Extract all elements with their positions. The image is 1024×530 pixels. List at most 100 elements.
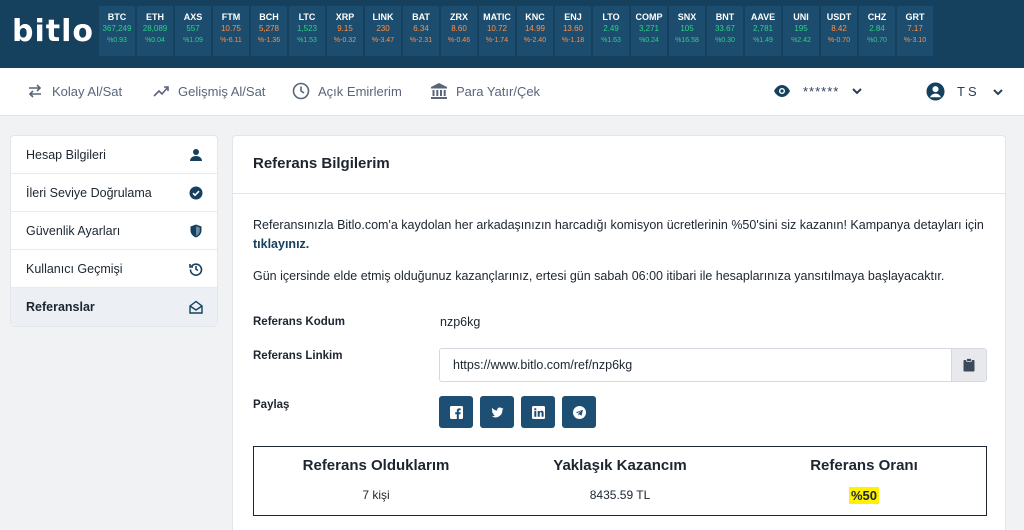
nav-easy-trade[interactable]: Kolay Al/Sat xyxy=(26,82,122,100)
ticker-change: %1.09 xyxy=(183,37,203,44)
ticker-symbol: BCH xyxy=(259,12,279,22)
referral-rate-header: Referans Oranı xyxy=(810,457,918,474)
ticker-symbol: LTO xyxy=(602,12,620,22)
ticker-change: %0.30 xyxy=(715,37,735,44)
ticker-change: %-2.40 xyxy=(523,37,547,44)
share-facebook-button[interactable] xyxy=(439,396,473,428)
ticker-item-link[interactable]: LINK 230 %-3.47 xyxy=(365,6,401,56)
ticker-symbol: LTC xyxy=(298,12,316,22)
balance-toggle[interactable]: ****** xyxy=(773,82,863,100)
ticker-item-ftm[interactable]: FTM 10.75 %-6.11 xyxy=(213,6,249,56)
sidebar-item-user-history[interactable]: Kullanıcı Geçmişi xyxy=(11,250,217,288)
share-label: Paylaş xyxy=(253,399,290,411)
referral-code-label: Referans Kodum xyxy=(253,316,346,328)
ticker-symbol: BAT xyxy=(412,12,430,22)
ticker-change: %0.24 xyxy=(639,37,659,44)
ticker-price: 557 xyxy=(186,24,200,33)
ticker-symbol: AXS xyxy=(183,12,203,22)
referral-link-input[interactable] xyxy=(440,349,951,381)
ticker-price: 9.15 xyxy=(337,24,353,33)
shield-icon xyxy=(190,224,202,237)
ticker-symbol: KNC xyxy=(525,12,545,22)
ticker-item-aave[interactable]: AAVE 2,781 %1.49 xyxy=(745,6,781,56)
ticker-symbol: BTC xyxy=(107,12,127,22)
ticker-symbol: COMP xyxy=(635,12,663,22)
ticker-price: 13.60 xyxy=(562,24,584,33)
ticker-symbol: LINK xyxy=(372,12,394,22)
approx-earnings-header: Yaklaşık Kazancım xyxy=(553,457,687,474)
ticker-change: %-3.47 xyxy=(371,37,395,44)
nav-easy-trade-label: Kolay Al/Sat xyxy=(52,83,123,99)
envelope-open-icon xyxy=(189,300,203,314)
nav-open-orders[interactable]: Açık Emirlerim xyxy=(292,82,402,100)
ticker-item-knc[interactable]: KNC 14.99 %-2.40 xyxy=(517,6,553,56)
nav-advanced-trade[interactable]: Gelişmiş Al/Sat xyxy=(152,82,265,100)
ticker-item-btc[interactable]: BTC 367,249 %0.93 xyxy=(99,6,135,56)
ticker-price: 8.42 xyxy=(831,24,847,33)
nav-deposit-withdraw[interactable]: Para Yatır/Çek xyxy=(430,82,540,100)
telegram-icon xyxy=(572,405,586,419)
referral-rate-column: Referans Oranı %50 xyxy=(742,447,986,504)
ticker-symbol: GRT xyxy=(905,12,925,22)
ticker-price: 2.84 xyxy=(869,24,885,33)
chevron-down-icon xyxy=(992,88,1003,95)
balance-masked: ****** xyxy=(803,83,840,99)
ticker-price: 105 xyxy=(680,24,694,33)
ticker-item-enj[interactable]: ENJ 13.60 %-1.18 xyxy=(555,6,591,56)
share-telegram-button[interactable] xyxy=(562,396,596,428)
ticker-item-grt[interactable]: GRT 7.17 %-3.10 xyxy=(897,6,933,56)
share-twitter-button[interactable] xyxy=(480,396,514,428)
ticker-item-lto[interactable]: LTO 2.49 %1.63 xyxy=(593,6,629,56)
ticker-price: 195 xyxy=(794,24,808,33)
info-paragraph: Gün içersinde elde etmiş olduğunuz kazan… xyxy=(253,269,945,283)
main-nav: Kolay Al/Sat Gelişmiş Al/Sat Açık Emirle… xyxy=(0,68,1024,116)
ticker-symbol: USDT xyxy=(826,12,852,22)
ticker-change: %-0.46 xyxy=(447,37,471,44)
share-linkedin-button[interactable] xyxy=(521,396,555,428)
intro-paragraph: Referansınızla Bitlo.com'a kaydolan her … xyxy=(253,216,993,254)
ticker-item-xrp[interactable]: XRP 9.15 %-0.32 xyxy=(327,6,363,56)
sidebar-item-referrals[interactable]: Referanslar xyxy=(11,288,217,326)
history-icon xyxy=(189,262,203,276)
check-circle-icon xyxy=(189,186,203,199)
bitlo-logo[interactable]: bitlo xyxy=(12,14,94,49)
account-sidebar: Hesap Bilgileri İleri Seviye Doğrulama G… xyxy=(10,135,218,327)
linkedin-icon xyxy=(531,405,545,419)
ticker-symbol: BNT xyxy=(715,12,735,22)
ticker-item-uni[interactable]: UNI 195 %2.42 xyxy=(783,6,819,56)
referral-link-field xyxy=(439,348,987,382)
copy-button[interactable] xyxy=(951,349,986,381)
ticker-item-chz[interactable]: CHZ 2.84 %0.70 xyxy=(859,6,895,56)
user-menu[interactable]: TS xyxy=(926,82,1004,101)
ticker-item-axs[interactable]: AXS 557 %1.09 xyxy=(175,6,211,56)
ticker-price: 8.60 xyxy=(451,24,467,33)
ticker-symbol: ZRX xyxy=(450,12,468,22)
campaign-details-link[interactable]: tıklayınız. xyxy=(253,237,309,251)
ticker-item-matic[interactable]: MATIC 10.72 %-1.74 xyxy=(479,6,515,56)
ticker-change: %1.49 xyxy=(753,37,773,44)
ticker-item-snx[interactable]: SNX 105 %16.58 xyxy=(669,6,705,56)
referred-users-header: Referans Olduklarım xyxy=(302,457,450,474)
ticker-item-usdt[interactable]: USDT 8.42 %-0.70 xyxy=(821,6,857,56)
sidebar-item-advanced-verification[interactable]: İleri Seviye Doğrulama xyxy=(11,174,217,212)
ticker-price: 2,781 xyxy=(752,24,774,33)
ticker-item-bch[interactable]: BCH 5,278 %-1.36 xyxy=(251,6,287,56)
bank-icon xyxy=(431,83,447,99)
ticker-item-zrx[interactable]: ZRX 8.60 %-0.46 xyxy=(441,6,477,56)
ticker-price: 367,249 xyxy=(102,24,132,33)
sidebar-item-label: Hesap Bilgileri xyxy=(26,147,106,162)
referred-users-column: Referans Olduklarım 7 kişi xyxy=(254,447,498,502)
ticker-item-comp[interactable]: COMP 3,271 %0.24 xyxy=(631,6,667,56)
sidebar-item-security[interactable]: Güvenlik Ayarları xyxy=(11,212,217,250)
ticker-item-eth[interactable]: ETH 28,089 %0.04 xyxy=(137,6,173,56)
ticker-item-bat[interactable]: BAT 6.34 %-2.31 xyxy=(403,6,439,56)
referral-link-label: Referans Linkim xyxy=(253,350,343,362)
user-initials: TS xyxy=(957,84,980,99)
clipboard-icon xyxy=(963,358,975,372)
ticker-price: 10.75 xyxy=(220,24,242,33)
ticker-item-bnt[interactable]: BNT 33.67 %0.30 xyxy=(707,6,743,56)
sidebar-item-account-info[interactable]: Hesap Bilgileri xyxy=(11,136,217,174)
ticker-symbol: SNX xyxy=(677,12,697,22)
ticker-item-ltc[interactable]: LTC 1,523 %1.53 xyxy=(289,6,325,56)
ticker-change: %-2.31 xyxy=(409,37,433,44)
